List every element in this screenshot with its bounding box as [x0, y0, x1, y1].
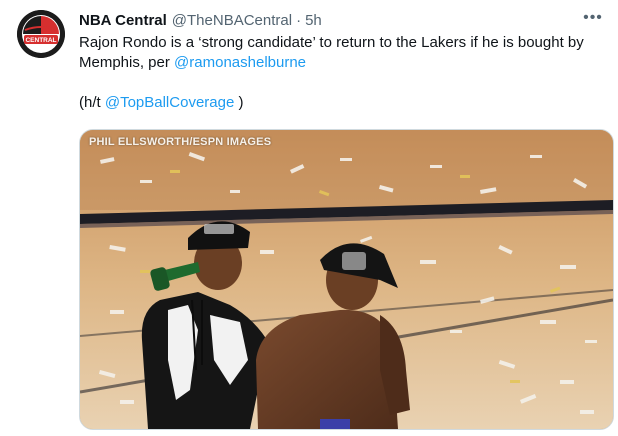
more-options-icon: •••: [583, 9, 603, 26]
author-name[interactable]: NBA Central: [79, 12, 167, 29]
tweet-hat-tip-paragraph: (h/t @TopBallCoverage ): [79, 93, 609, 113]
avatar-logo-text: CENTRAL: [25, 37, 56, 44]
tweet-main-paragraph: Rajon Rondo is a ‘strong candidate’ to r…: [79, 33, 609, 73]
hat-tip-suffix: ): [234, 94, 244, 111]
nba-central-logo-icon: CENTRAL: [17, 10, 65, 58]
author-handle[interactable]: @TheNBACentral: [172, 12, 292, 29]
hat-tip-prefix: (h/t: [79, 94, 105, 111]
tweet-card[interactable]: CENTRAL NBA Central @TheNBACentral · 5h …: [0, 0, 618, 436]
photo-credit: PHIL ELLSWORTH/ESPN IMAGES: [89, 136, 272, 148]
celebration-photo-icon: [80, 130, 613, 429]
tweet-text: Rajon Rondo is a ‘strong candidate’ to r…: [79, 33, 609, 113]
more-options-button[interactable]: •••: [582, 9, 604, 27]
tweet-header: NBA Central @TheNBACentral · 5h: [79, 10, 322, 30]
mention-link-topballcoverage[interactable]: @TopBallCoverage: [105, 94, 234, 111]
tweet-photo[interactable]: PHIL ELLSWORTH/ESPN IMAGES: [79, 129, 614, 430]
header-separator: ·: [296, 11, 302, 29]
tweet-body-text: Rajon Rondo is a ‘strong candidate’ to r…: [79, 34, 584, 71]
tweet-timestamp[interactable]: 5h: [305, 12, 322, 29]
mention-link-ramonashelburne[interactable]: @ramonashelburne: [174, 54, 306, 71]
author-avatar[interactable]: CENTRAL: [17, 10, 65, 58]
